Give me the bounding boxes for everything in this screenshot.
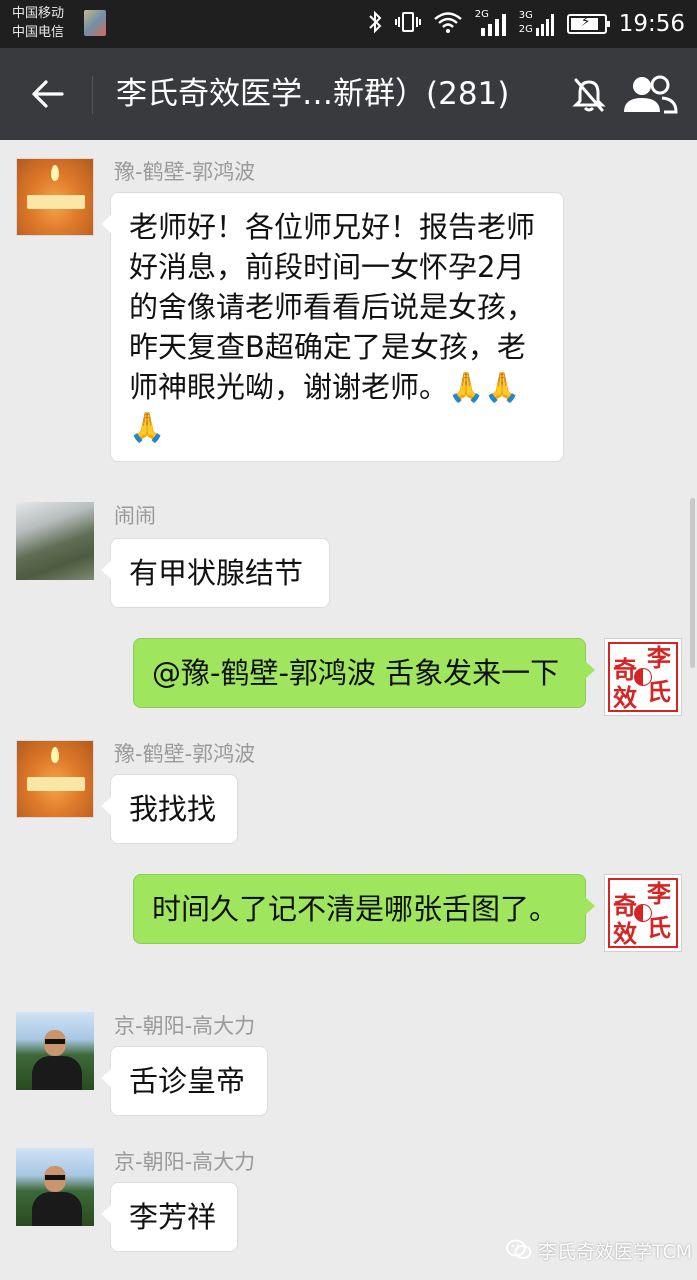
- group-members-icon: [624, 75, 678, 114]
- message-text: 舌诊皇帝: [129, 1064, 246, 1098]
- wechat-icon: [506, 1239, 532, 1259]
- mute-button[interactable]: [568, 74, 610, 116]
- chat-header: 李氏奇效医学…新群）(281): [0, 48, 697, 140]
- signal-2-icon: 3G 2G: [519, 9, 555, 39]
- candle-label: [27, 195, 85, 209]
- back-button[interactable]: [22, 70, 72, 118]
- message-text: 李芳祥: [129, 1200, 217, 1234]
- notification-app-icon: [84, 10, 106, 36]
- battery-icon: ⚡: [566, 14, 610, 34]
- logo-char: 李: [647, 643, 671, 672]
- avatar-body: [32, 1192, 82, 1226]
- sender-name: 闹闹: [114, 504, 156, 528]
- message-text: @豫-鹤壁-郭鸿波 舌象发来一下: [152, 656, 560, 690]
- candle-label: [27, 777, 85, 791]
- sender-name: 豫-鹤壁-郭鸿波: [114, 160, 256, 184]
- message-bubble[interactable]: 我找找: [101, 774, 238, 844]
- clock: 19:56: [618, 11, 685, 37]
- status-bar: 中国移动 中国电信 2G 3G 2G ⚡ 19:56: [0, 0, 697, 48]
- group-members-button[interactable]: [620, 72, 680, 116]
- logo-char: 氏: [647, 913, 671, 942]
- avatar-sunglasses: [45, 1175, 65, 1180]
- message-bubble[interactable]: 有甲状腺结节: [101, 538, 330, 608]
- yin-yang-icon: [634, 904, 652, 922]
- message-item: 时间久了记不清是哪张舌图了。 奇 李 效 氏: [0, 874, 697, 994]
- message-list[interactable]: 豫-鹤壁-郭鸿波 老师好！各位师兄好！报告老师好消息，前段时间一女怀孕2月的舍像…: [0, 140, 697, 1280]
- message-bubble[interactable]: 舌诊皇帝: [101, 1046, 268, 1116]
- logo-char: 氏: [647, 677, 671, 706]
- avatar-sunglasses: [45, 1039, 65, 1044]
- message-bubble[interactable]: 老师好！各位师兄好！报告老师好消息，前段时间一女怀孕2月的舍像请老师看看后说是女…: [101, 192, 564, 462]
- chat-title[interactable]: 李氏奇效医学…新群）(281): [116, 72, 556, 116]
- header-divider: [92, 76, 93, 114]
- carrier-labels: 中国移动 中国电信: [12, 4, 64, 42]
- logo-char: 效: [613, 919, 637, 948]
- logo-avatar[interactable]: 奇 李 效 氏: [604, 638, 682, 716]
- message-bubble[interactable]: 李芳祥: [101, 1182, 238, 1252]
- message-text: 时间久了记不清是哪张舌图了。: [152, 892, 559, 926]
- message-item: @豫-鹤壁-郭鸿波 舌象发来一下 奇 李 效 氏: [0, 638, 697, 728]
- man-avatar[interactable]: [16, 1148, 94, 1226]
- message-bubble[interactable]: 时间久了记不清是哪张舌图了。: [133, 874, 595, 944]
- message-text: 有甲状腺结节: [129, 556, 304, 590]
- message-item: 闹闹 有甲状腺结节: [0, 502, 697, 622]
- mute-icon: [572, 78, 606, 112]
- watermark: 李氏奇效医学TCM: [506, 1236, 692, 1264]
- sender-name: 豫-鹤壁-郭鸿波: [114, 742, 256, 766]
- charging-icon: ⚡: [580, 14, 591, 30]
- candle-flame: [51, 165, 59, 181]
- message-item: 京-朝阳-高大力 舌诊皇帝: [0, 1012, 697, 1132]
- candle-flame: [51, 747, 59, 763]
- yin-yang-icon: [634, 668, 652, 686]
- watermark-text: 李氏奇效医学TCM: [538, 1240, 693, 1263]
- status-icons: 2G 3G 2G ⚡ 19:56: [367, 0, 685, 48]
- sender-name: 京-朝阳-高大力: [114, 1014, 256, 1038]
- signal-1-icon: 2G: [475, 10, 507, 38]
- message-item: 豫-鹤壁-郭鸿波 老师好！各位师兄好！报告老师好消息，前段时间一女怀孕2月的舍像…: [0, 158, 697, 462]
- logo-avatar[interactable]: 奇 李 效 氏: [604, 874, 682, 952]
- message-text: 我找找: [129, 792, 217, 826]
- message-item: 豫-鹤壁-郭鸿波 我找找: [0, 740, 697, 860]
- carrier-1: 中国移动: [12, 6, 65, 21]
- photo-avatar[interactable]: [16, 502, 94, 580]
- candle-avatar[interactable]: [16, 158, 94, 236]
- carrier-2: 中国电信: [12, 25, 65, 40]
- candle-avatar[interactable]: [16, 740, 94, 818]
- vibrate-icon: [394, 10, 421, 38]
- sender-name: 京-朝阳-高大力: [114, 1150, 256, 1174]
- back-arrow-icon: [32, 80, 64, 108]
- man-avatar[interactable]: [16, 1012, 94, 1090]
- logo-char: 李: [647, 879, 671, 908]
- bluetooth-icon: [367, 10, 383, 39]
- logo-char: 效: [613, 683, 637, 712]
- message-bubble[interactable]: @豫-鹤壁-郭鸿波 舌象发来一下: [133, 638, 595, 708]
- avatar-body: [32, 1056, 82, 1090]
- wifi-icon: [433, 10, 463, 38]
- scrollbar[interactable]: [690, 498, 695, 668]
